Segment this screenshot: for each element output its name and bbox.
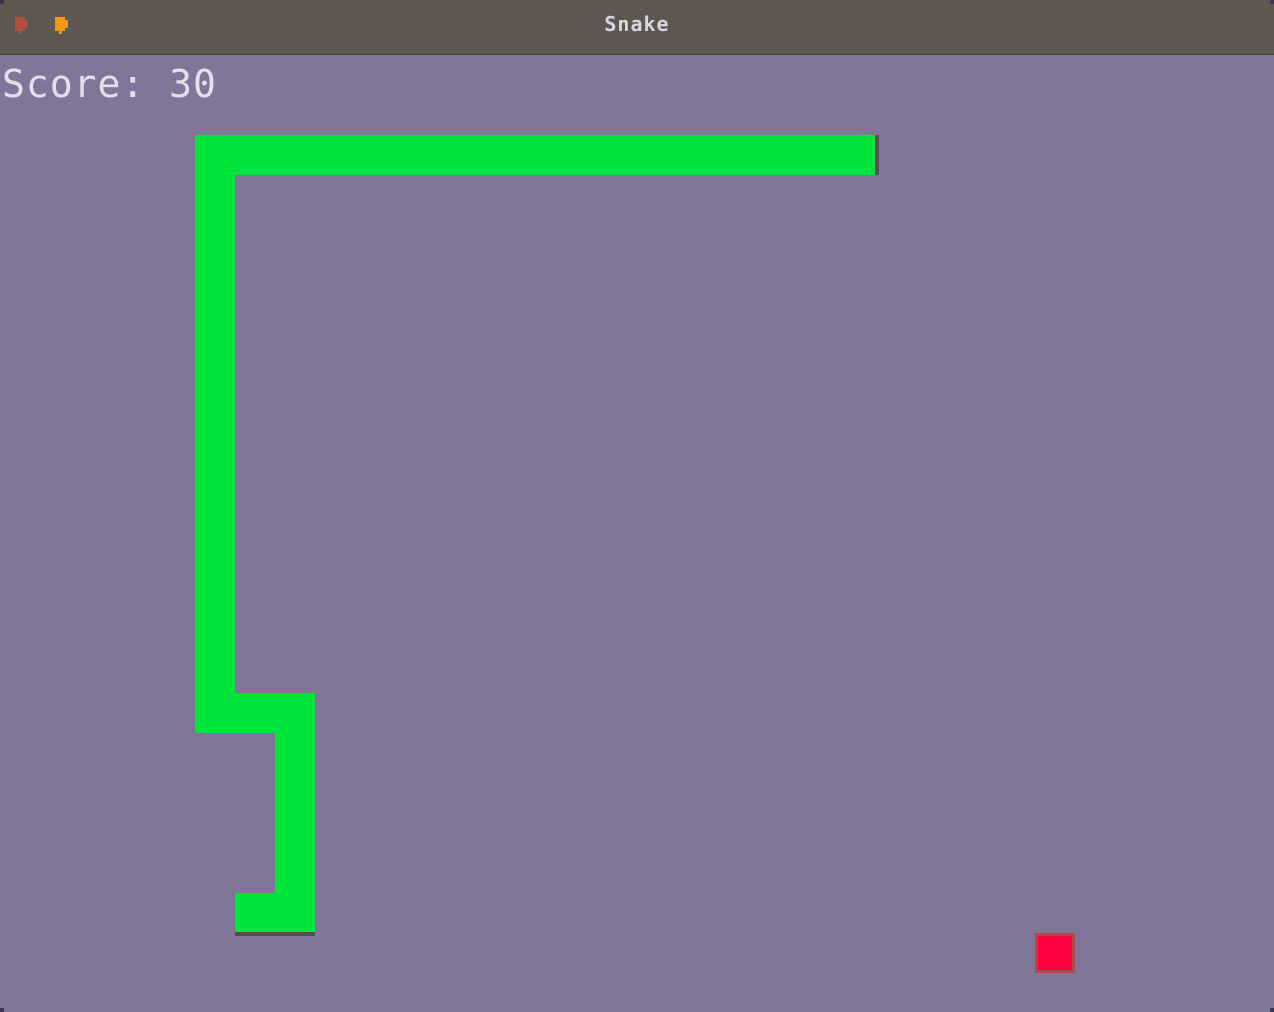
window-titlebar: Snake xyxy=(0,0,1274,55)
snake-tail-edge xyxy=(235,932,315,936)
food-pellet xyxy=(1035,933,1075,973)
snake-segment xyxy=(195,135,875,175)
window-corner xyxy=(1270,0,1274,4)
window-corner xyxy=(0,0,4,4)
window-title: Snake xyxy=(604,12,670,36)
score-label: Score: 30 xyxy=(2,62,217,106)
game-canvas[interactable] xyxy=(0,55,1274,1012)
snake-head-edge xyxy=(875,135,879,175)
window-corner xyxy=(0,1008,4,1012)
snake-segment xyxy=(195,135,235,733)
window-corner xyxy=(1270,1008,1274,1012)
snake-segment xyxy=(235,893,315,933)
